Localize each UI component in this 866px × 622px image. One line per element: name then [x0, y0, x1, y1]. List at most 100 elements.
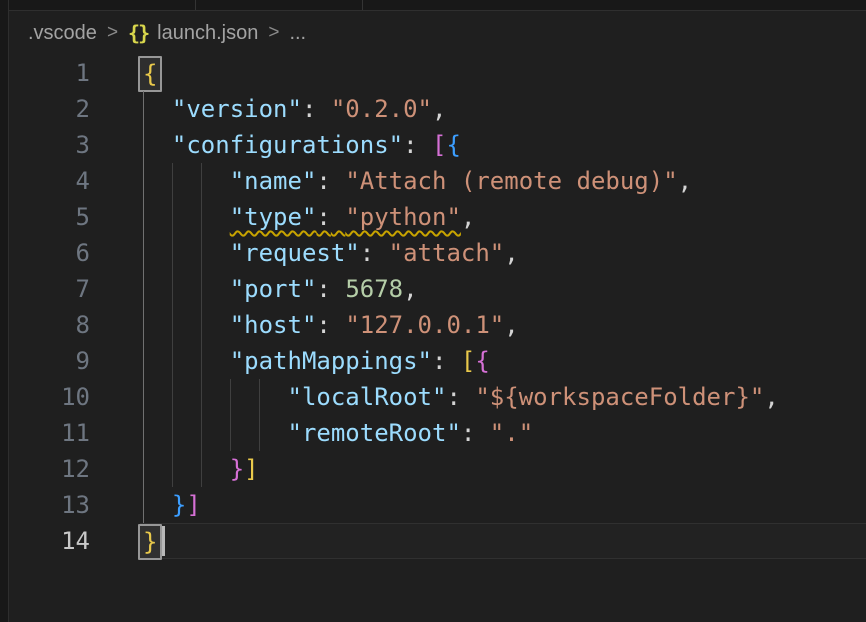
code-text[interactable]: }] — [143, 487, 201, 523]
code-token — [143, 203, 230, 231]
code-token: , — [461, 203, 475, 231]
line-number[interactable]: 2 — [0, 91, 99, 127]
line-number[interactable]: 3 — [0, 127, 99, 163]
code-text[interactable]: "name": "Attach (remote debug)", — [143, 163, 692, 199]
code-text[interactable]: "configurations": [{ — [143, 127, 461, 163]
code-token — [461, 383, 475, 411]
code-token: : — [446, 383, 460, 411]
tab-strip — [9, 0, 866, 11]
json-file-icon: {} — [128, 21, 148, 45]
code-editor[interactable]: 1{2 "version": "0.2.0",3 "configurations… — [9, 55, 866, 622]
code-token: ] — [186, 491, 200, 519]
code-token — [143, 383, 288, 411]
code-token — [331, 311, 345, 339]
line-number[interactable]: 14 — [0, 523, 99, 559]
code-token — [418, 131, 432, 159]
text-cursor — [162, 526, 165, 556]
code-line-7[interactable]: 7 "port": 5678, — [9, 271, 866, 307]
tab-divider — [195, 0, 196, 10]
code-text[interactable]: "request": "attach", — [143, 235, 519, 271]
code-line-11[interactable]: 11 "remoteRoot": "." — [9, 415, 866, 451]
code-token — [331, 167, 345, 195]
code-token — [475, 419, 489, 447]
line-number[interactable]: 6 — [0, 235, 99, 271]
code-line-13[interactable]: 13 }] — [9, 487, 866, 523]
code-token: { — [475, 347, 489, 375]
chevron-right-icon: > — [267, 22, 280, 44]
code-token: } — [230, 455, 244, 483]
code-text[interactable]: "version": "0.2.0", — [143, 91, 446, 127]
matching-bracket: } — [138, 524, 162, 560]
code-line-10[interactable]: 10 "localRoot": "${workspaceFolder}", — [9, 379, 866, 415]
code-token: "${workspaceFolder}" — [475, 383, 764, 411]
code-token — [143, 239, 230, 267]
line-number[interactable]: 4 — [0, 163, 99, 199]
code-line-1[interactable]: 1{ — [9, 55, 866, 91]
code-token — [316, 95, 330, 123]
line-number[interactable]: 7 — [0, 271, 99, 307]
code-token: : — [432, 347, 446, 375]
code-line-8[interactable]: 8 "host": "127.0.0.1", — [9, 307, 866, 343]
vscode-editor-window: .vscode > {} launch.json > ... 1{2 "vers… — [0, 0, 866, 622]
code-token: "type" — [230, 203, 317, 231]
code-token: [ — [432, 131, 446, 159]
code-line-3[interactable]: 3 "configurations": [{ — [9, 127, 866, 163]
code-token: , — [432, 95, 446, 123]
code-text[interactable]: "port": 5678, — [143, 271, 418, 307]
code-token — [143, 419, 288, 447]
line-number[interactable]: 9 — [0, 343, 99, 379]
code-line-9[interactable]: 9 "pathMappings": [{ — [9, 343, 866, 379]
breadcrumb-file[interactable]: launch.json — [157, 22, 258, 45]
code-token: } — [172, 491, 186, 519]
code-token: : — [316, 167, 330, 195]
code-token — [143, 131, 172, 159]
code-token — [331, 275, 345, 303]
code-token: "attach" — [389, 239, 505, 267]
code-token: : — [316, 311, 330, 339]
code-token: "configurations" — [172, 131, 403, 159]
code-token: "version" — [172, 95, 302, 123]
line-number[interactable]: 10 — [0, 379, 99, 415]
code-token: : — [316, 203, 330, 231]
code-text[interactable]: "type": "python", — [143, 199, 475, 235]
code-line-6[interactable]: 6 "request": "attach", — [9, 235, 866, 271]
code-token — [143, 491, 172, 519]
code-line-12[interactable]: 12 }] — [9, 451, 866, 487]
breadcrumb: .vscode > {} launch.json > ... — [9, 11, 866, 55]
breadcrumb-symbol-more[interactable]: ... — [289, 22, 306, 45]
code-token — [143, 311, 230, 339]
code-token — [143, 347, 230, 375]
code-text[interactable]: }] — [143, 451, 259, 487]
code-token: "." — [490, 419, 533, 447]
line-number[interactable]: 8 — [0, 307, 99, 343]
code-token: "localRoot" — [288, 383, 447, 411]
line-number[interactable]: 12 — [0, 451, 99, 487]
code-line-4[interactable]: 4 "name": "Attach (remote debug)", — [9, 163, 866, 199]
code-line-2[interactable]: 2 "version": "0.2.0", — [9, 91, 866, 127]
code-text[interactable]: "pathMappings": [{ — [143, 343, 490, 379]
breadcrumb-folder[interactable]: .vscode — [28, 22, 97, 45]
code-token: "pathMappings" — [230, 347, 432, 375]
code-token: [ — [461, 347, 475, 375]
code-token: "python" — [345, 203, 461, 231]
code-token: "port" — [230, 275, 317, 303]
code-token: , — [403, 275, 417, 303]
code-token: 5678 — [345, 275, 403, 303]
code-token: "0.2.0" — [331, 95, 432, 123]
code-text[interactable]: { — [143, 55, 157, 92]
line-number[interactable]: 1 — [0, 55, 99, 91]
line-number[interactable]: 13 — [0, 487, 99, 523]
code-text[interactable]: "localRoot": "${workspaceFolder}", — [143, 379, 779, 415]
line-number[interactable]: 11 — [0, 415, 99, 451]
code-token: "remoteRoot" — [288, 419, 461, 447]
code-line-14[interactable]: 14} — [9, 523, 866, 559]
code-token: ] — [244, 455, 258, 483]
code-line-5[interactable]: 5 "type": "python", — [9, 199, 866, 235]
code-text[interactable]: "remoteRoot": "." — [143, 415, 533, 451]
code-token: "name" — [230, 167, 317, 195]
code-token — [143, 455, 230, 483]
line-number[interactable]: 5 — [0, 199, 99, 235]
code-text[interactable]: } — [143, 523, 157, 560]
code-token — [143, 95, 172, 123]
code-text[interactable]: "host": "127.0.0.1", — [143, 307, 519, 343]
